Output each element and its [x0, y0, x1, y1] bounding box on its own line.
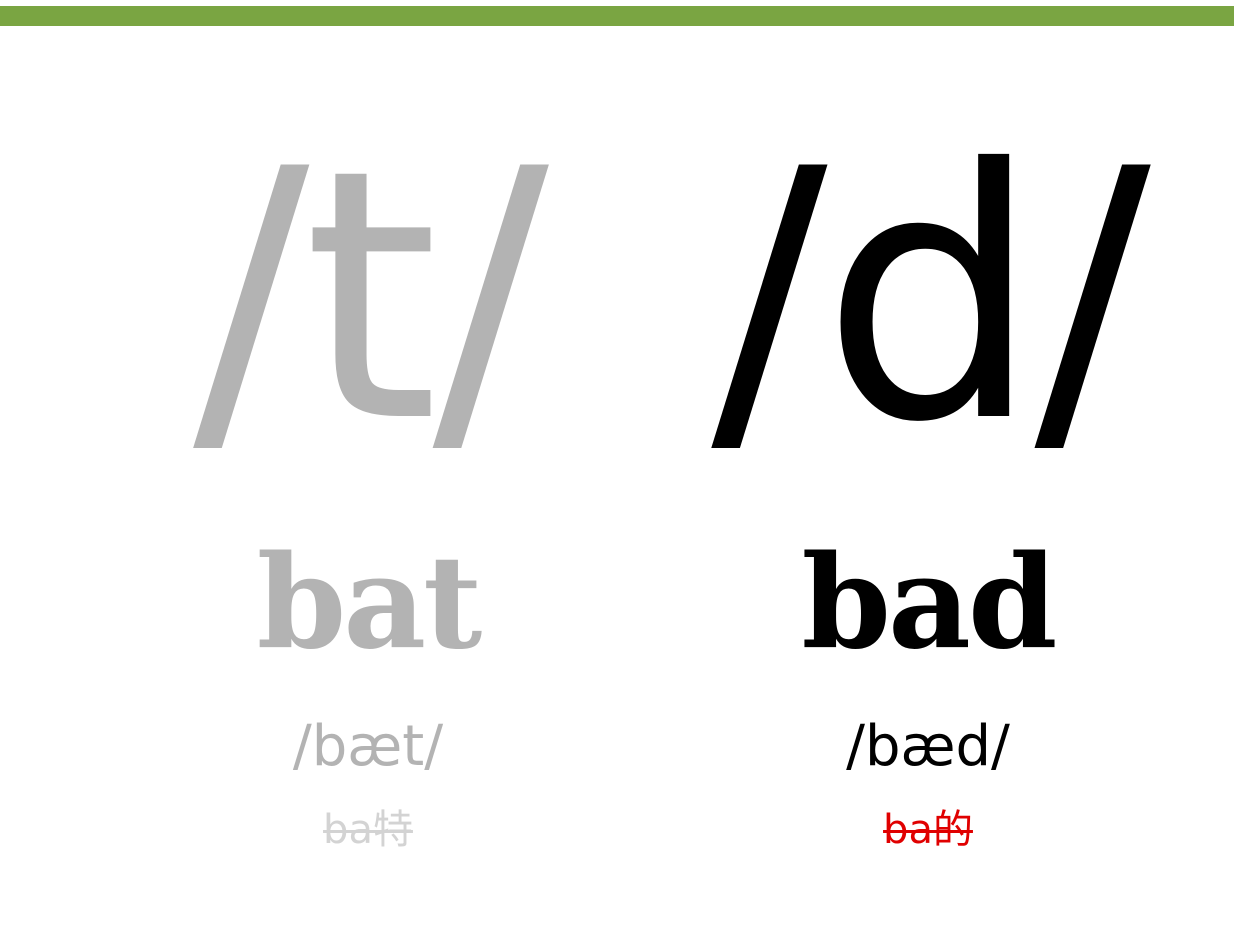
ipa-bad: /bæd/: [846, 714, 1010, 779]
right-column-d: /d/ bad /bæd/ ba的: [628, 0, 1228, 934]
mispronunciation-bat: ba特: [323, 807, 413, 853]
example-word-bad: bad: [801, 528, 1058, 678]
left-column-t: /t/ bat /bæt/ ba特: [68, 0, 668, 934]
example-word-bat: bat: [256, 528, 483, 678]
phoneme-t: /t/: [193, 97, 549, 498]
mispronunciation-bad: ba的: [883, 807, 973, 853]
phoneme-d: /d/: [711, 97, 1150, 498]
ipa-bat: /bæt/: [292, 714, 444, 779]
